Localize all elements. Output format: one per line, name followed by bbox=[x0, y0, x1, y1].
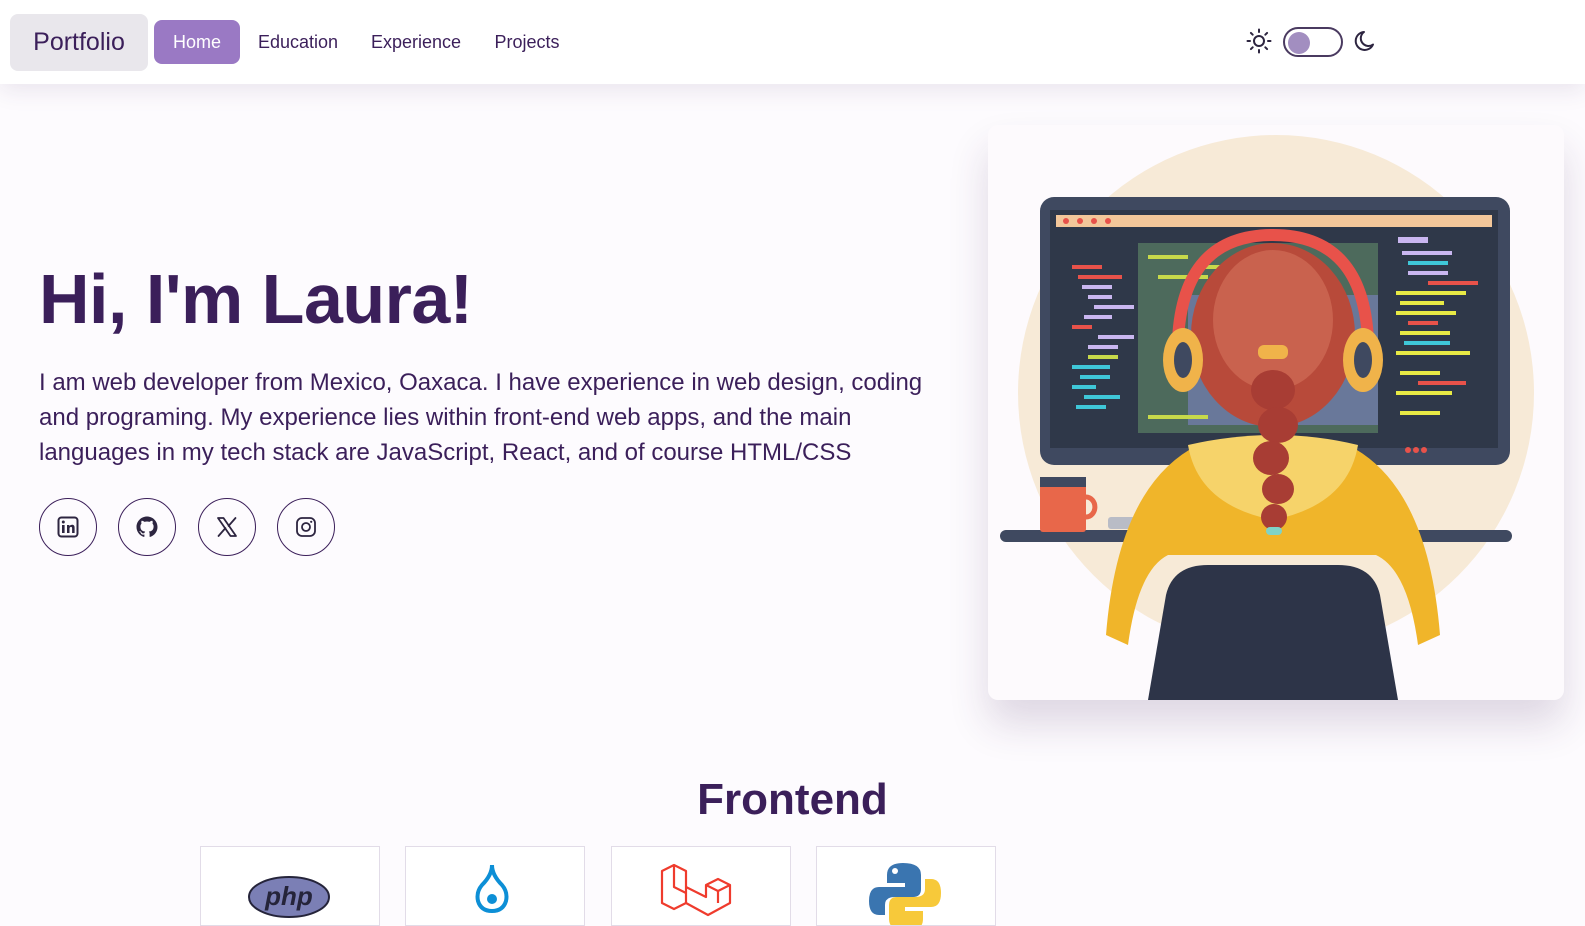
brand-logo[interactable]: Portfolio bbox=[10, 14, 148, 71]
nav-link-education[interactable]: Education bbox=[250, 20, 346, 64]
sun-icon bbox=[1246, 28, 1272, 54]
x-button[interactable] bbox=[198, 498, 256, 556]
hero-illustration-card bbox=[988, 125, 1564, 700]
linkedin-button[interactable] bbox=[39, 498, 97, 556]
hero-description: I am web developer from Mexico, Oaxaca. … bbox=[39, 369, 923, 466]
github-icon bbox=[136, 516, 158, 537]
x-icon bbox=[217, 517, 237, 537]
theme-toggle-knob bbox=[1288, 32, 1310, 54]
theme-toggle[interactable] bbox=[1283, 27, 1343, 57]
php-logo-text: php bbox=[264, 881, 313, 911]
instagram-icon bbox=[296, 517, 316, 537]
linkedin-icon bbox=[57, 516, 79, 538]
nav-link-projects[interactable]: Projects bbox=[488, 20, 566, 64]
navbar: Portfolio Home Education Experience Proj… bbox=[0, 0, 1585, 84]
python-icon bbox=[869, 863, 941, 925]
hero-title: Hi, I'm Laura! bbox=[39, 260, 473, 338]
frontend-section-title: Frontend bbox=[697, 775, 888, 824]
tech-card-php: php bbox=[200, 846, 380, 926]
developer-at-computer-illustration bbox=[1000, 135, 1534, 700]
moon-icon bbox=[1354, 31, 1374, 51]
tech-card-laravel bbox=[611, 846, 791, 926]
tech-card-python bbox=[816, 846, 996, 926]
github-button[interactable] bbox=[118, 498, 176, 556]
nav-link-home[interactable]: Home bbox=[154, 20, 240, 64]
drupal-icon bbox=[475, 864, 509, 914]
laravel-icon bbox=[660, 863, 732, 917]
instagram-button[interactable] bbox=[277, 498, 335, 556]
nav-link-experience[interactable]: Experience bbox=[365, 20, 467, 64]
tech-card-drupal bbox=[405, 846, 585, 926]
php-icon: php bbox=[248, 876, 330, 918]
